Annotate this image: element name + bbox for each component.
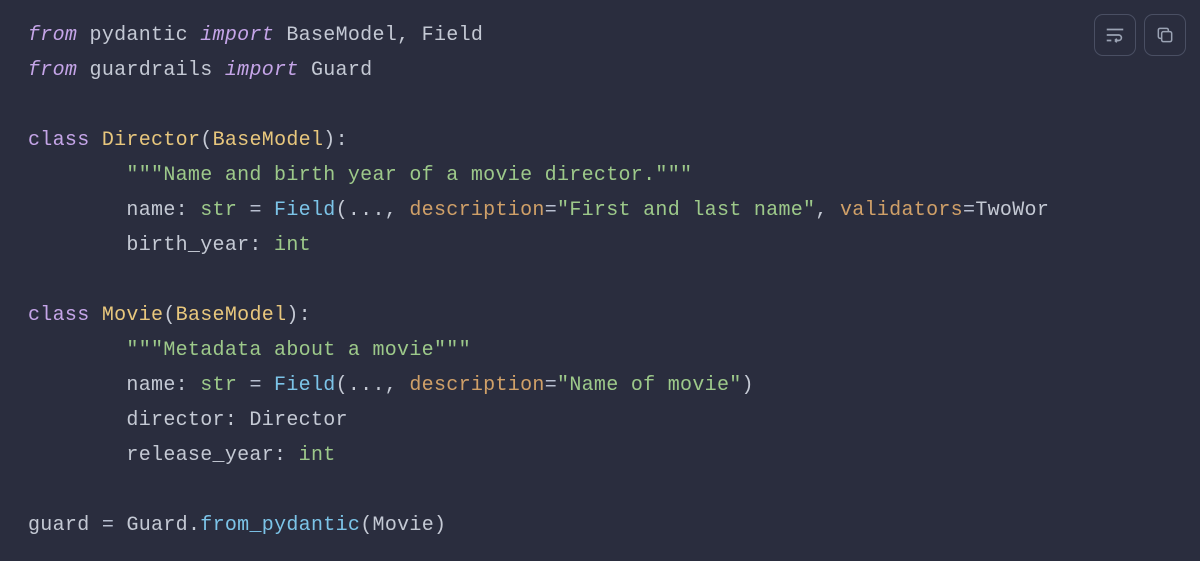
code-toolbar bbox=[1094, 14, 1186, 56]
wrap-button[interactable] bbox=[1094, 14, 1136, 56]
code-block: from pydantic import BaseModel, Field fr… bbox=[0, 0, 1200, 561]
line-6: name: str = Field(..., description="Firs… bbox=[28, 199, 1049, 222]
line-9: class Movie(BaseModel): bbox=[28, 304, 311, 327]
copy-button[interactable] bbox=[1144, 14, 1186, 56]
line-5: """Name and birth year of a movie direct… bbox=[28, 164, 692, 187]
line-15: guard = Guard.from_pydantic(Movie) bbox=[28, 514, 446, 537]
copy-icon bbox=[1155, 25, 1175, 45]
line-2: from guardrails import Guard bbox=[28, 59, 372, 82]
line-13: release_year: int bbox=[28, 444, 336, 467]
line-12: director: Director bbox=[28, 409, 348, 432]
line-1: from pydantic import BaseModel, Field bbox=[28, 24, 483, 47]
line-4: class Director(BaseModel): bbox=[28, 129, 348, 152]
line-11: name: str = Field(..., description="Name… bbox=[28, 374, 754, 397]
line-7: birth_year: int bbox=[28, 234, 311, 257]
wrap-icon bbox=[1104, 24, 1126, 46]
line-10: """Metadata about a movie""" bbox=[28, 339, 471, 362]
